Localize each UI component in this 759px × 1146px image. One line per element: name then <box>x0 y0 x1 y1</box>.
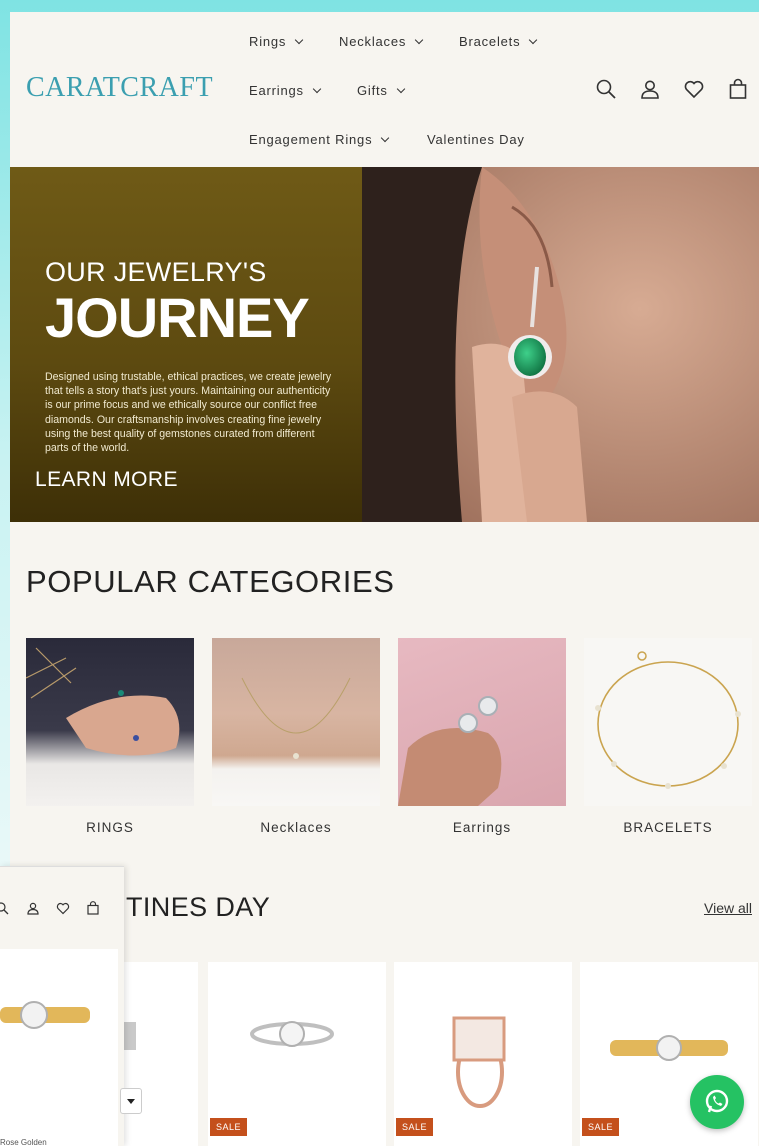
nav-rings[interactable]: Rings <box>249 34 304 49</box>
product-card[interactable]: SALE <box>208 962 386 1146</box>
category-image-rings <box>26 638 194 806</box>
hero-description: Designed using trustable, ethical practi… <box>45 371 332 455</box>
header-icons <box>595 78 749 100</box>
overlay-product-image <box>0 1001 90 1029</box>
hero-text-panel: OUR JEWELRY'S JOURNEY Designed using tru… <box>10 167 362 522</box>
overlay-panel: Rose Golden <box>0 866 124 1146</box>
chevron-down-icon <box>414 35 424 44</box>
caret-down-icon <box>127 1099 135 1104</box>
product-image <box>122 1022 136 1050</box>
nav-valentines-day[interactable]: Valentines Day <box>427 132 525 147</box>
popular-categories-title: POPULAR CATEGORIES <box>26 564 395 599</box>
nav-engagement-rings-label: Engagement Rings <box>249 132 373 147</box>
view-all-link[interactable]: View all <box>704 900 752 916</box>
category-card-necklaces[interactable]: Necklaces <box>212 638 380 835</box>
chevron-down-icon <box>381 133 390 142</box>
site-header: CARATCRAFT Rings Necklaces Bracelets Ear… <box>10 12 759 167</box>
cart-bag-icon[interactable] <box>727 78 749 100</box>
brand-logo[interactable]: CARATCRAFT <box>26 72 213 104</box>
category-label-earrings: Earrings <box>452 820 512 835</box>
overlay-product-name: Rose Golden <box>0 1138 47 1146</box>
nav-gifts-label: Gifts <box>357 83 388 98</box>
sale-badge: SALE <box>582 1118 620 1136</box>
whatsapp-button[interactable] <box>690 1075 744 1129</box>
overlay-product-card[interactable]: Rose Golden <box>0 949 118 1146</box>
valentines-day-title: TINES DAY <box>126 892 271 922</box>
chevron-down-icon <box>295 35 304 44</box>
nav-valentines-day-label: Valentines Day <box>427 132 525 147</box>
category-label-necklaces: Necklaces <box>260 820 332 835</box>
nav-rings-label: Rings <box>249 34 287 49</box>
category-label-rings: RINGS <box>86 820 134 835</box>
whatsapp-icon <box>705 1089 729 1113</box>
category-image-earrings <box>398 638 566 806</box>
category-card-bracelets[interactable]: BRACELETS <box>584 638 752 835</box>
wishlist-heart-icon[interactable] <box>56 901 70 920</box>
nav-necklaces[interactable]: Necklaces <box>339 34 424 49</box>
nav-gifts[interactable]: Gifts <box>357 83 405 98</box>
category-image-necklaces <box>212 638 380 806</box>
wishlist-heart-icon[interactable] <box>683 78 705 100</box>
chevron-down-icon <box>396 84 405 93</box>
rings-photo <box>26 647 180 756</box>
search-icon[interactable] <box>0 901 10 920</box>
overlay-header-icons <box>0 901 100 920</box>
category-card-rings[interactable]: RINGS <box>26 638 194 835</box>
category-card-earrings[interactable]: Earrings <box>398 638 566 835</box>
nav-bracelets[interactable]: Bracelets <box>459 34 538 49</box>
nav-necklaces-label: Necklaces <box>339 34 407 49</box>
learn-more-link[interactable]: LEARN MORE <box>35 468 178 492</box>
account-icon[interactable] <box>639 78 661 100</box>
hero-pretitle: OUR JEWELRY'S <box>45 257 267 287</box>
bracelet-photo <box>595 651 741 789</box>
hero-earring-photo <box>362 167 759 522</box>
hero-image <box>362 167 759 522</box>
hero-banner: OUR JEWELRY'S JOURNEY Designed using tru… <box>10 167 759 522</box>
product-card[interactable]: SALE <box>394 962 572 1146</box>
category-label-bracelets: BRACELETS <box>623 820 713 835</box>
carousel-arrow-button[interactable] <box>120 1088 142 1114</box>
account-icon[interactable] <box>26 901 40 920</box>
sale-badge: SALE <box>396 1118 434 1136</box>
earrings-photo <box>398 696 502 806</box>
nav-earrings[interactable]: Earrings <box>249 83 322 98</box>
nav-earrings-label: Earrings <box>249 83 304 98</box>
search-icon[interactable] <box>595 78 617 100</box>
necklace-photo <box>241 677 351 759</box>
product-card[interactable] <box>122 962 198 1146</box>
nav-engagement-rings[interactable]: Engagement Rings <box>249 132 390 147</box>
hero-title: JOURNEY <box>45 286 310 349</box>
nav-bracelets-label: Bracelets <box>459 34 521 49</box>
chevron-down-icon <box>312 84 322 93</box>
category-image-bracelets <box>584 638 752 806</box>
chevron-down-icon <box>529 35 538 44</box>
cart-bag-icon[interactable] <box>86 901 100 920</box>
sale-badge: SALE <box>210 1118 248 1136</box>
